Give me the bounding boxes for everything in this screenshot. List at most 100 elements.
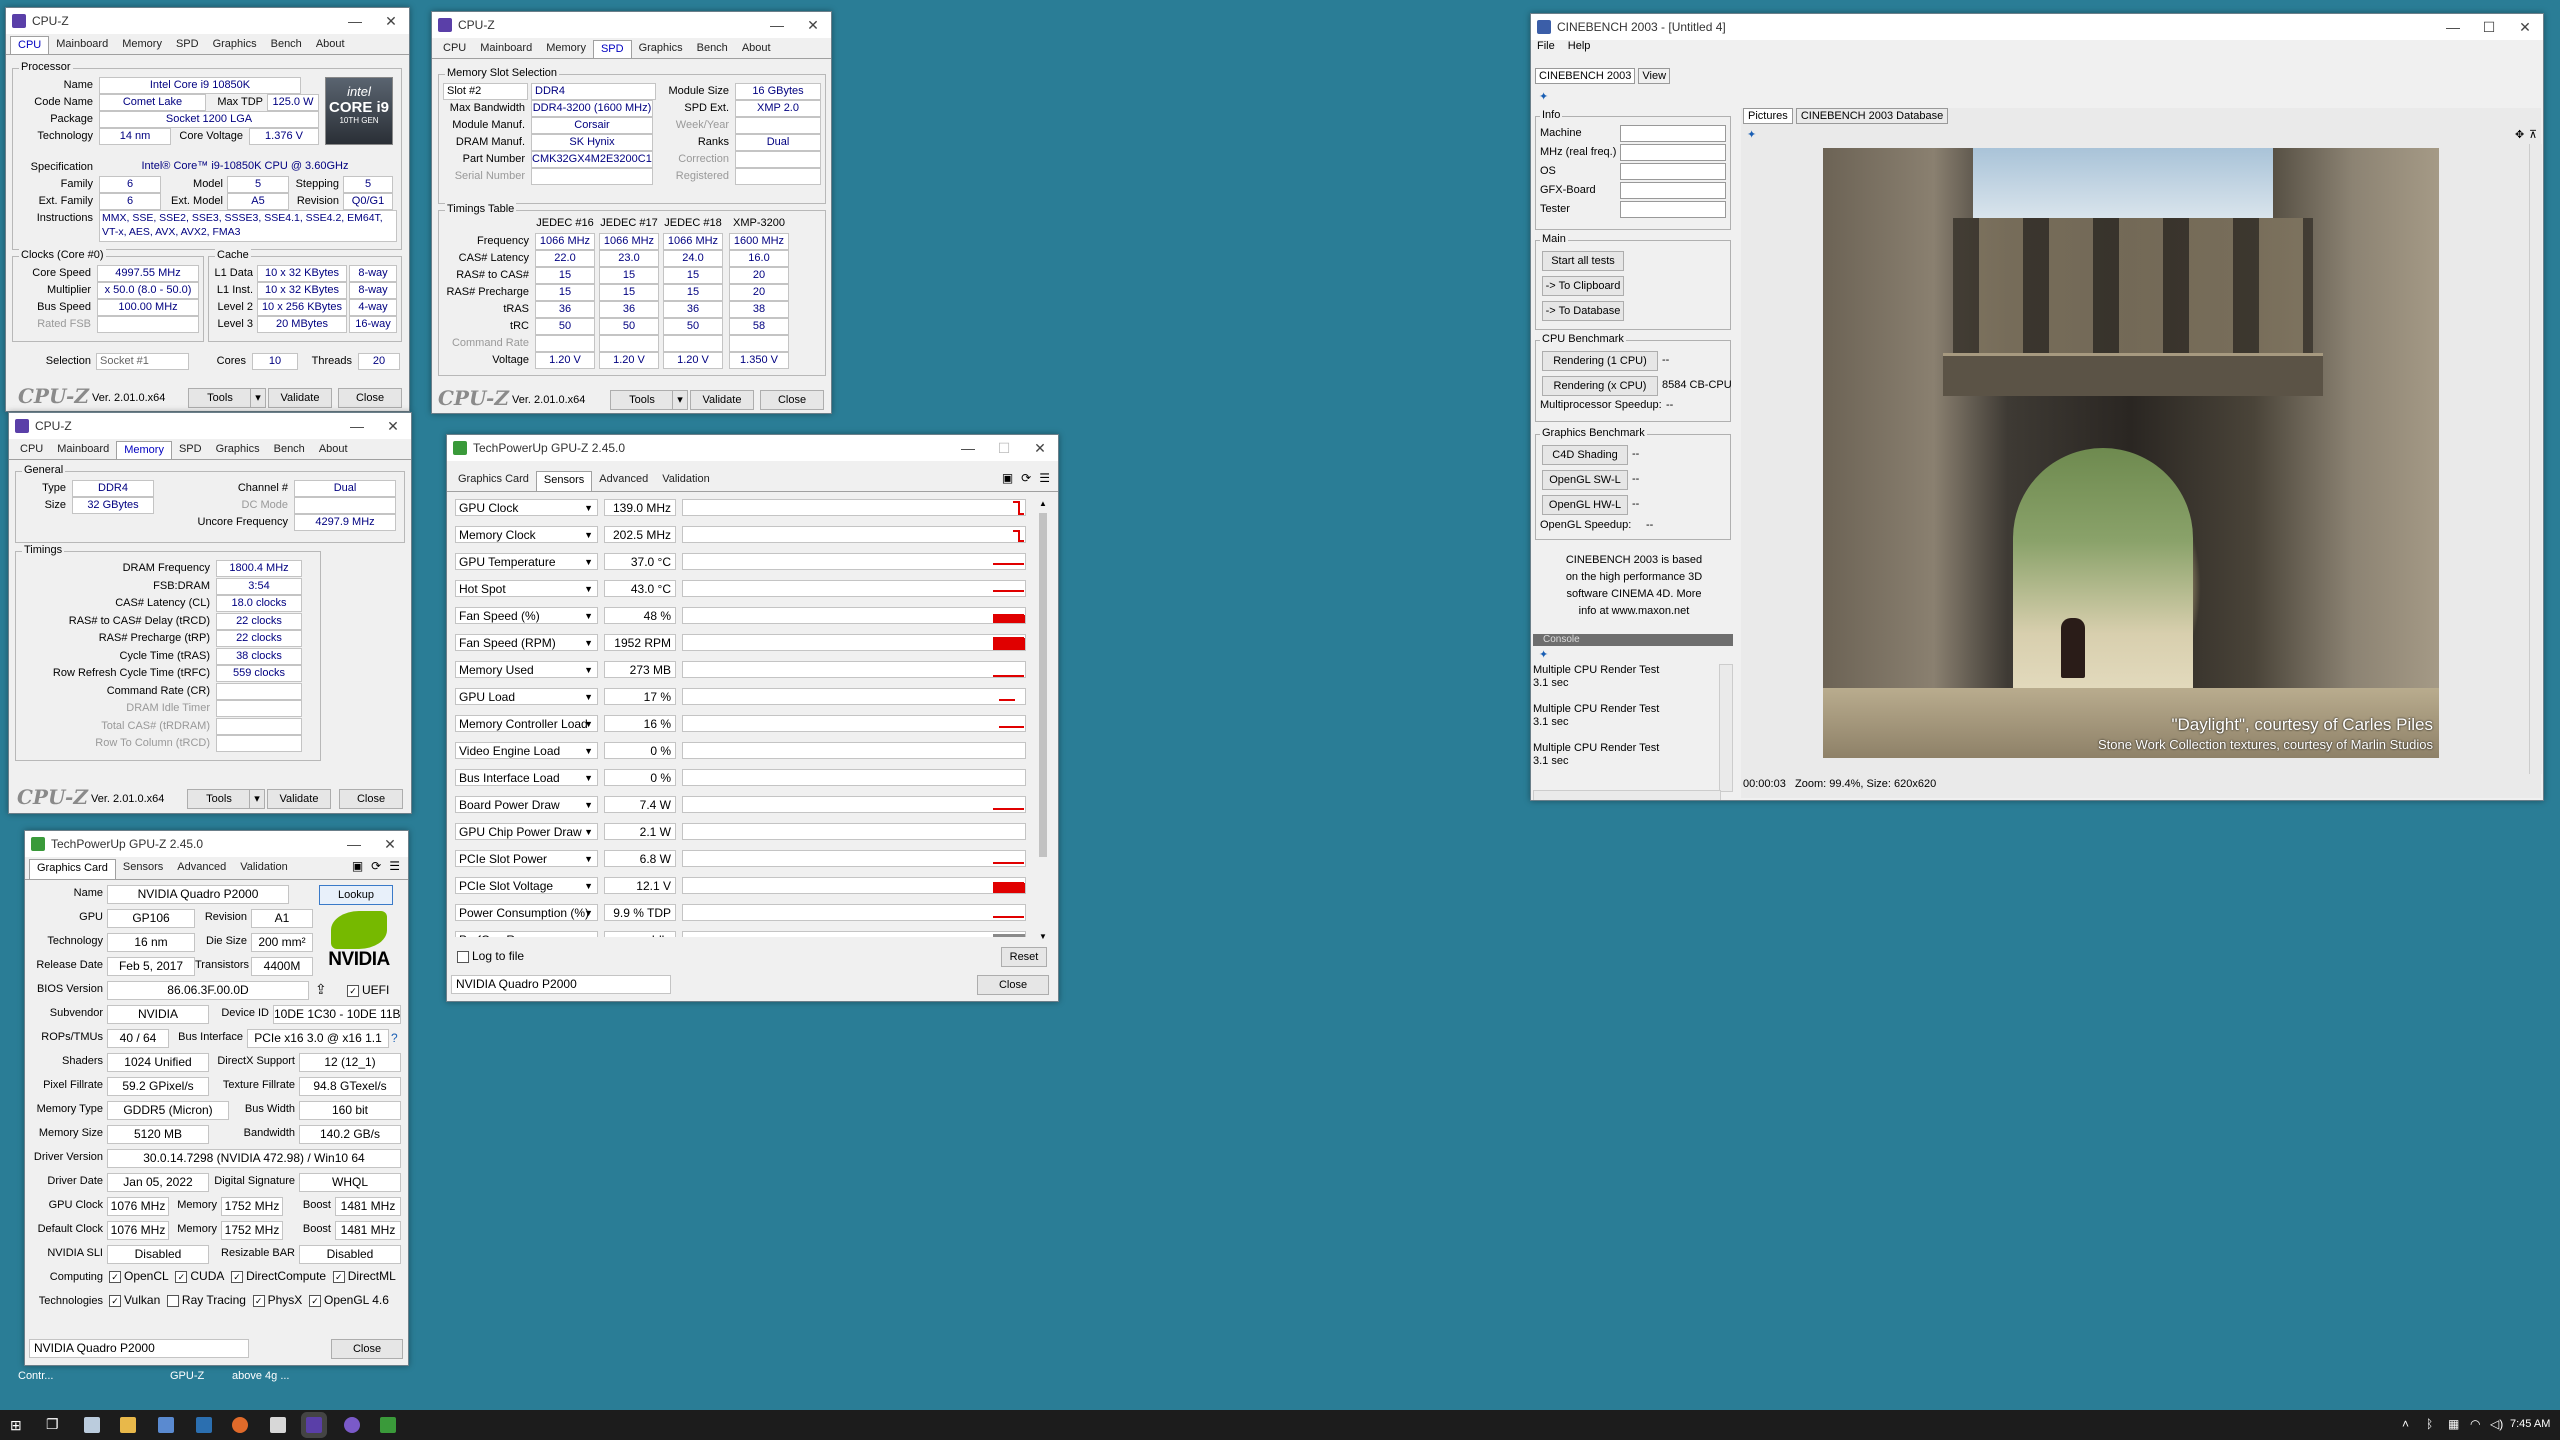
gpu-select-dropdown[interactable]: NVIDIA Quadro P2000 <box>29 1339 249 1358</box>
notepad-icon[interactable] <box>84 1417 100 1433</box>
to-clipboard-button[interactable]: -> To Clipboard <box>1542 276 1624 296</box>
menu-help[interactable]: Help <box>1568 40 1591 52</box>
desktop-icon-label[interactable]: Contr... <box>18 1370 53 1382</box>
maximize-button[interactable]: ☐ <box>986 440 1022 457</box>
opengl-swl-button[interactable]: OpenGL SW-L <box>1542 470 1628 490</box>
sensor-name-dropdown[interactable]: GPU Chip Power Draw ▼ <box>455 823 598 840</box>
tools-dropdown-icon[interactable]: ▾ <box>672 390 688 410</box>
tab-sensors[interactable]: Sensors <box>116 859 170 879</box>
share-icon[interactable]: ⇪ <box>315 981 327 998</box>
uefi-checkbox[interactable]: ✓ UEFI <box>347 983 389 997</box>
sensor-name-dropdown[interactable]: Fan Speed (%) ▼ <box>455 607 598 624</box>
desktop-icon-label[interactable]: above 4g ... <box>232 1370 290 1382</box>
scroll-thumb[interactable] <box>1039 513 1047 857</box>
sensor-name-dropdown[interactable]: Memory Clock ▼ <box>455 526 598 543</box>
info-input[interactable] <box>1620 144 1726 161</box>
close-button[interactable]: Close <box>338 388 402 408</box>
chevron-down-icon[interactable]: ▼ <box>584 581 593 598</box>
minimize-button[interactable]: — <box>2435 19 2471 35</box>
opengl-hwl-button[interactable]: OpenGL HW-L <box>1542 495 1628 515</box>
info-input[interactable] <box>1620 163 1726 180</box>
tab-memory[interactable]: Memory <box>539 40 593 58</box>
opencl-checkbox[interactable]: ✓ OpenCL <box>109 1269 169 1283</box>
menu-file[interactable]: File <box>1537 40 1555 52</box>
close-button[interactable]: Close <box>331 1339 403 1359</box>
tab-validation[interactable]: Validation <box>655 471 717 491</box>
chevron-down-icon[interactable]: ▼ <box>584 743 593 760</box>
chevron-down-icon[interactable]: ▼ <box>584 932 593 937</box>
close-button[interactable]: Close <box>760 390 824 410</box>
to-database-button[interactable]: -> To Database <box>1542 301 1624 321</box>
vulkan-checkbox[interactable]: ✓ Vulkan <box>109 1293 160 1307</box>
tab-mainboard[interactable]: Mainboard <box>49 36 115 54</box>
sensor-name-dropdown[interactable]: GPU Clock ▼ <box>455 499 598 516</box>
tab-cpu[interactable]: CPU <box>436 40 473 58</box>
opengl-checkbox[interactable]: ✓ OpenGL 4.6 <box>308 1293 389 1307</box>
info-input[interactable] <box>1620 125 1726 142</box>
tab-memory[interactable]: Memory <box>116 441 172 459</box>
tab-graphics[interactable]: Graphics <box>206 36 264 54</box>
sensor-name-dropdown[interactable]: Hot Spot ▼ <box>455 580 598 597</box>
tab-sensors[interactable]: Sensors <box>535 471 593 491</box>
camera-icon[interactable]: ▣ <box>352 859 363 879</box>
minimize-button[interactable]: — <box>337 13 373 29</box>
bluetooth-icon[interactable]: ᛒ <box>2426 1417 2433 1431</box>
tab-validation[interactable]: Validation <box>233 859 295 879</box>
tab-spd[interactable]: SPD <box>169 36 206 54</box>
chevron-down-icon[interactable]: ▼ <box>584 770 593 787</box>
tools-dropdown-icon[interactable]: ▾ <box>250 388 266 408</box>
tab-database[interactable]: CINEBENCH 2003 Database <box>1795 108 1949 124</box>
tab-bench[interactable]: Bench <box>264 36 309 54</box>
tools-button[interactable]: Tools <box>610 390 674 410</box>
tab-mainboard[interactable]: Mainboard <box>50 441 116 459</box>
pin-icon[interactable]: ✦ <box>1539 90 1548 103</box>
refresh-icon[interactable]: ⟳ <box>1021 471 1031 491</box>
chevron-down-icon[interactable]: ▼ <box>584 878 593 895</box>
close-button[interactable]: ✕ <box>795 17 831 34</box>
cuda-checkbox[interactable]: ✓ CUDA <box>175 1269 224 1283</box>
sensor-name-dropdown[interactable]: Fan Speed (RPM) ▼ <box>455 634 598 651</box>
close-button[interactable]: ✕ <box>375 418 411 435</box>
tab-about[interactable]: About <box>309 36 352 54</box>
close-button[interactable]: ✕ <box>1022 440 1058 457</box>
scroll-down-icon[interactable]: ▼ <box>1037 932 1049 941</box>
sensor-name-dropdown[interactable]: PCIe Slot Voltage ▼ <box>455 877 598 894</box>
network-icon[interactable]: ▦ <box>2448 1417 2459 1431</box>
close-button[interactable]: ✕ <box>373 13 409 30</box>
tab-memory[interactable]: Memory <box>115 36 169 54</box>
task-view-icon[interactable]: ❐ <box>46 1416 59 1433</box>
chevron-down-icon[interactable]: ▼ <box>584 500 593 517</box>
chevron-down-icon[interactable]: ▼ <box>584 662 593 679</box>
socket-select[interactable]: Socket #1 <box>96 353 189 370</box>
render-xcpu-button[interactable]: Rendering (x CPU) <box>1542 376 1658 396</box>
chevron-down-icon[interactable]: ▼ <box>584 689 593 706</box>
close-button[interactable]: ✕ <box>372 836 408 853</box>
directcompute-checkbox[interactable]: ✓ DirectCompute <box>231 1269 326 1283</box>
tab-about[interactable]: About <box>312 441 355 459</box>
raytracing-checkbox[interactable]: Ray Tracing <box>166 1293 246 1307</box>
minimize-button[interactable]: — <box>950 440 986 456</box>
tab-cinebench[interactable]: CINEBENCH 2003 <box>1535 68 1636 84</box>
sensor-name-dropdown[interactable]: Memory Controller Load ▼ <box>455 715 598 732</box>
sensor-name-dropdown[interactable]: GPU Temperature ▼ <box>455 553 598 570</box>
console-scrollbar[interactable] <box>1719 664 1733 792</box>
gpu-select-dropdown[interactable]: NVIDIA Quadro P2000 <box>451 975 671 994</box>
tab-about[interactable]: About <box>735 40 778 58</box>
picture-vscrollbar[interactable] <box>2529 144 2542 774</box>
tab-advanced[interactable]: Advanced <box>592 471 655 491</box>
sensor-name-dropdown[interactable]: PCIe Slot Power ▼ <box>455 850 598 867</box>
menu-icon[interactable]: ☰ <box>389 859 400 879</box>
chevron-down-icon[interactable]: ▼ <box>584 635 593 652</box>
tools-button[interactable]: Tools <box>187 789 251 809</box>
close-button[interactable]: Close <box>977 975 1049 995</box>
wifi-icon[interactable]: ◠ <box>2470 1417 2480 1431</box>
help-icon[interactable]: ? <box>391 1031 398 1045</box>
cpuz-taskbar-icon[interactable] <box>306 1417 322 1433</box>
maximize-button[interactable]: ☐ <box>2471 19 2507 36</box>
gpuz-taskbar-icon[interactable] <box>380 1417 396 1433</box>
console-pin-icon[interactable]: ✦ <box>1539 648 1548 661</box>
sensor-name-dropdown[interactable]: PerfCap Reason ▼ <box>455 931 598 937</box>
browser-icon[interactable] <box>158 1417 174 1433</box>
volume-icon[interactable]: ◁) <box>2490 1417 2503 1431</box>
chevron-down-icon[interactable]: ▼ <box>584 527 593 544</box>
